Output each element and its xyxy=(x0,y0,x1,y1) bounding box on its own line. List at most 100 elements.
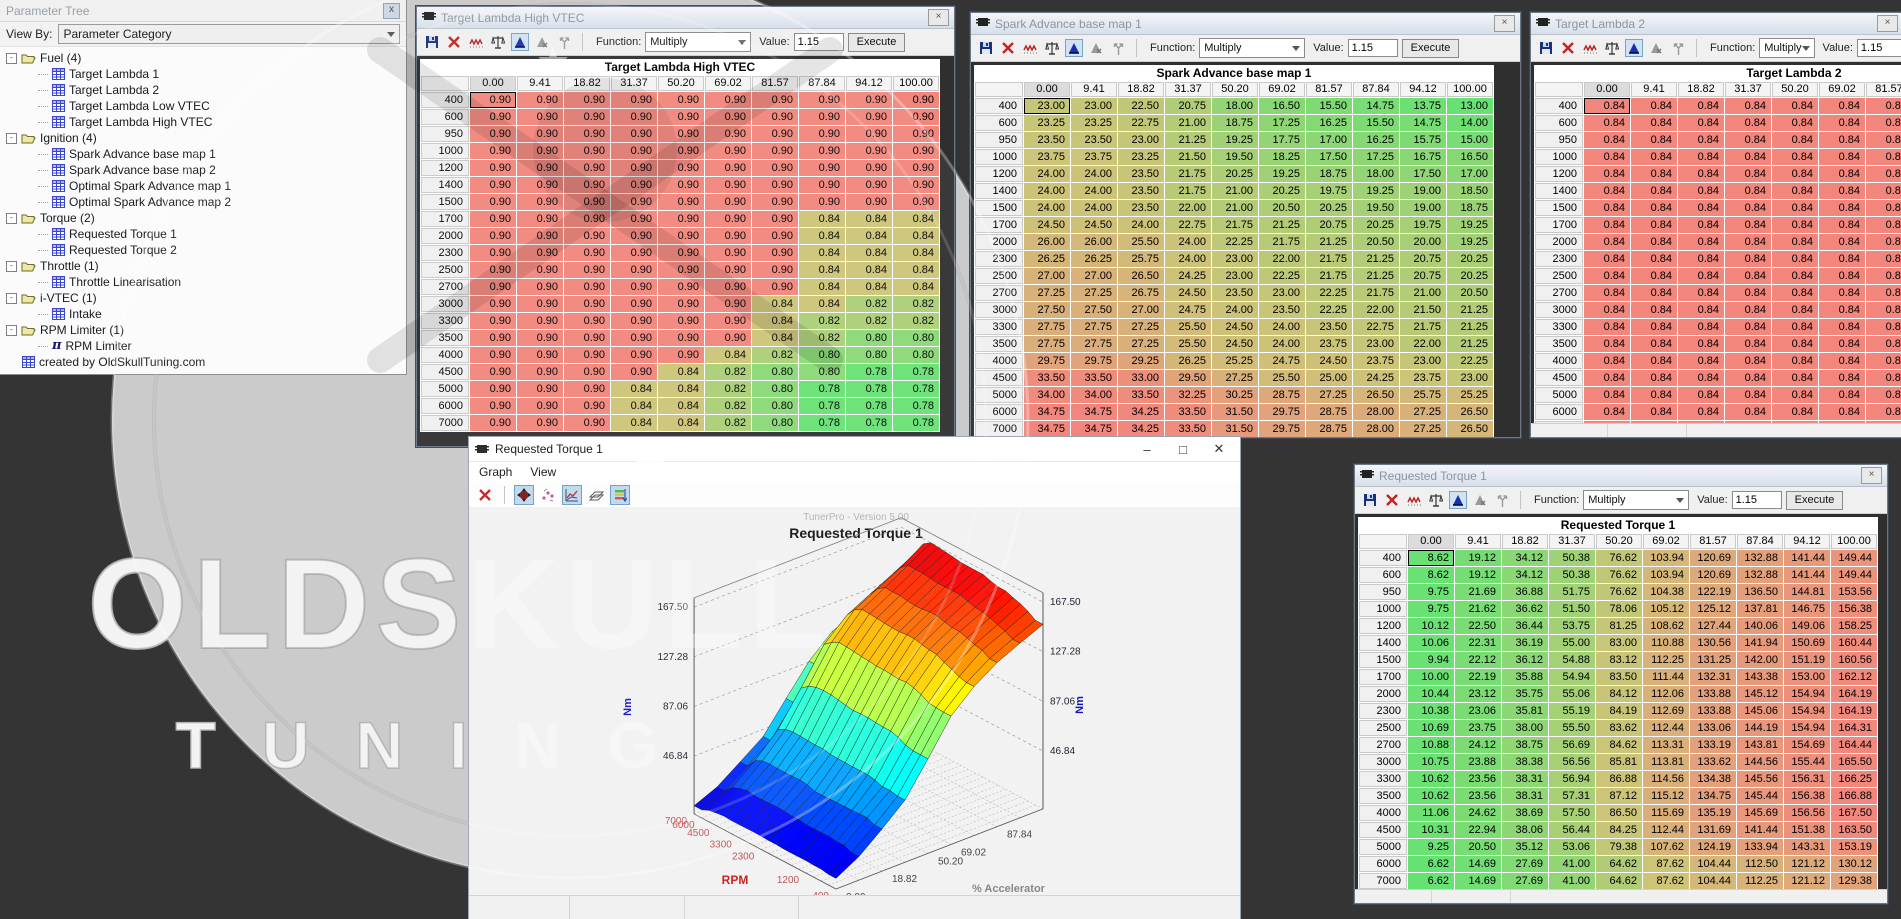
table-cell[interactable]: 19.75 xyxy=(1306,183,1352,199)
table-cell[interactable]: 0.90 xyxy=(564,347,610,363)
table-cell[interactable]: 20.25 xyxy=(1259,183,1305,199)
table-cell[interactable]: 122.19 xyxy=(1690,584,1736,600)
table-cell[interactable]: 0.78 xyxy=(893,381,939,397)
table-cell[interactable]: 0.84 xyxy=(1819,98,1865,114)
table-cell[interactable]: 0.90 xyxy=(470,211,516,227)
table-cell[interactable]: 83.62 xyxy=(1596,720,1642,736)
table-cell[interactable]: 0.84 xyxy=(1725,166,1771,182)
table-cell[interactable]: 21.25 xyxy=(1447,302,1493,318)
table-cell[interactable]: 13.75 xyxy=(1400,98,1446,114)
table-cell[interactable]: 0.84 xyxy=(1866,217,1901,233)
table-cell[interactable]: 0.90 xyxy=(611,109,657,125)
table-cell[interactable]: 21.75 xyxy=(1259,234,1305,250)
table-cell[interactable]: 144.81 xyxy=(1784,584,1830,600)
row-header[interactable]: 950 xyxy=(1535,132,1583,148)
tree-node[interactable]: created by OldSkullTuning.com xyxy=(4,354,406,370)
table-cell[interactable]: 0.90 xyxy=(611,228,657,244)
table-cell[interactable]: 0.90 xyxy=(517,381,563,397)
table-cell[interactable]: 10.62 xyxy=(1408,771,1454,787)
table-cell[interactable]: 0.90 xyxy=(658,347,704,363)
table-cell[interactable]: 24.00 xyxy=(1071,200,1117,216)
table-cell[interactable]: 104.44 xyxy=(1690,856,1736,872)
table-cell[interactable]: 0.90 xyxy=(846,160,892,176)
table-cell[interactable]: 0.90 xyxy=(564,109,610,125)
table-cell[interactable]: 21.00 xyxy=(1212,200,1258,216)
table-cell[interactable]: 84.25 xyxy=(1596,822,1642,838)
table-cell[interactable]: 0.84 xyxy=(658,415,704,431)
table-cell[interactable]: 34.00 xyxy=(1071,387,1117,403)
table-cell[interactable]: 0.84 xyxy=(1678,404,1724,420)
table-cell[interactable]: 103.94 xyxy=(1643,567,1689,583)
table-cell[interactable]: 0.90 xyxy=(752,194,798,210)
table-cell[interactable]: 25.00 xyxy=(1306,370,1352,386)
table-cell[interactable]: 154.94 xyxy=(1784,720,1830,736)
row-header[interactable]: 3000 xyxy=(421,296,469,312)
table-cell[interactable]: 0.84 xyxy=(1678,336,1724,352)
table-cell[interactable]: 10.62 xyxy=(1408,788,1454,804)
table-cell[interactable]: 0.84 xyxy=(1866,370,1901,386)
table-cell[interactable]: 21.69 xyxy=(1455,584,1501,600)
table-cell[interactable]: 133.06 xyxy=(1690,720,1736,736)
table-cell[interactable]: 0.90 xyxy=(470,415,516,431)
table-cell[interactable]: 35.88 xyxy=(1502,669,1548,685)
table-cell[interactable]: 19.25 xyxy=(1212,132,1258,148)
table-cell[interactable]: 38.75 xyxy=(1502,737,1548,753)
execute-button[interactable]: Execute xyxy=(848,33,906,52)
row-header[interactable]: 6000 xyxy=(421,398,469,414)
table-cell[interactable]: 0.90 xyxy=(658,160,704,176)
table-cell[interactable]: 120.69 xyxy=(1690,567,1736,583)
table-cell[interactable]: 0.84 xyxy=(1678,387,1724,403)
table-cell[interactable]: 0.84 xyxy=(893,211,939,227)
column-header[interactable]: 31.37 xyxy=(1725,82,1771,97)
table-cell[interactable]: 0.84 xyxy=(1725,353,1771,369)
table-cell[interactable]: 0.90 xyxy=(658,279,704,295)
table-cell[interactable]: 26.50 xyxy=(1447,421,1493,437)
table-cell[interactable]: 27.00 xyxy=(1024,268,1070,284)
table-cell[interactable]: 0.84 xyxy=(1772,217,1818,233)
column-header[interactable]: 0.00 xyxy=(1408,534,1454,549)
table-cell[interactable]: 38.31 xyxy=(1502,788,1548,804)
view-surface-icon[interactable] xyxy=(1625,39,1643,57)
table-cell[interactable]: 22.25 xyxy=(1306,285,1352,301)
table-cell[interactable]: 36.62 xyxy=(1502,601,1548,617)
table-cell[interactable]: 22.00 xyxy=(1259,251,1305,267)
table-cell[interactable]: 156.38 xyxy=(1831,601,1877,617)
table-cell[interactable]: 133.19 xyxy=(1690,737,1736,753)
row-header[interactable]: 1200 xyxy=(421,160,469,176)
row-header[interactable]: 7000 xyxy=(975,421,1023,437)
table-cell[interactable]: 23.00 xyxy=(1118,132,1164,148)
table-cell[interactable]: 0.90 xyxy=(893,109,939,125)
table-cell[interactable]: 85.81 xyxy=(1596,754,1642,770)
table-cell[interactable]: 23.25 xyxy=(1071,115,1117,131)
table-cell[interactable]: 0.90 xyxy=(611,245,657,261)
table-cell[interactable]: 0.84 xyxy=(1819,387,1865,403)
row-header[interactable]: 1500 xyxy=(421,194,469,210)
table-cell[interactable]: 0.90 xyxy=(611,143,657,159)
row-header[interactable]: 600 xyxy=(1359,567,1407,583)
table-cell[interactable]: 0.90 xyxy=(564,262,610,278)
compare-scales-icon[interactable] xyxy=(1603,39,1621,57)
table-cell[interactable]: 0.90 xyxy=(752,177,798,193)
table-cell[interactable]: 17.00 xyxy=(1447,166,1493,182)
column-header[interactable]: 18.82 xyxy=(1502,534,1548,549)
table-cell[interactable]: 151.19 xyxy=(1784,652,1830,668)
table-cell[interactable]: 0.84 xyxy=(893,262,939,278)
table-cell[interactable]: 0.90 xyxy=(470,228,516,244)
value-input[interactable] xyxy=(1348,39,1398,57)
table-cell[interactable]: 0.84 xyxy=(1631,234,1677,250)
table-cell[interactable]: 0.90 xyxy=(564,415,610,431)
table-cell[interactable]: 0.84 xyxy=(1866,149,1901,165)
table-cell[interactable]: 19.00 xyxy=(1400,200,1446,216)
table-cell[interactable]: 0.90 xyxy=(611,296,657,312)
table-cell[interactable]: 0.90 xyxy=(658,92,704,108)
table-cell[interactable]: 0.90 xyxy=(611,330,657,346)
column-header[interactable]: 0.00 xyxy=(1584,82,1630,97)
table-cell[interactable]: 56.56 xyxy=(1549,754,1595,770)
table-cell[interactable]: 0.84 xyxy=(1866,336,1901,352)
table-cell[interactable]: 151.38 xyxy=(1784,822,1830,838)
table-cell[interactable]: 0.84 xyxy=(1678,353,1724,369)
table-cell[interactable]: 27.75 xyxy=(1024,319,1070,335)
row-header[interactable]: 950 xyxy=(421,126,469,142)
table-cell[interactable]: 0.84 xyxy=(1584,234,1630,250)
table-cell[interactable]: 18.00 xyxy=(1212,98,1258,114)
